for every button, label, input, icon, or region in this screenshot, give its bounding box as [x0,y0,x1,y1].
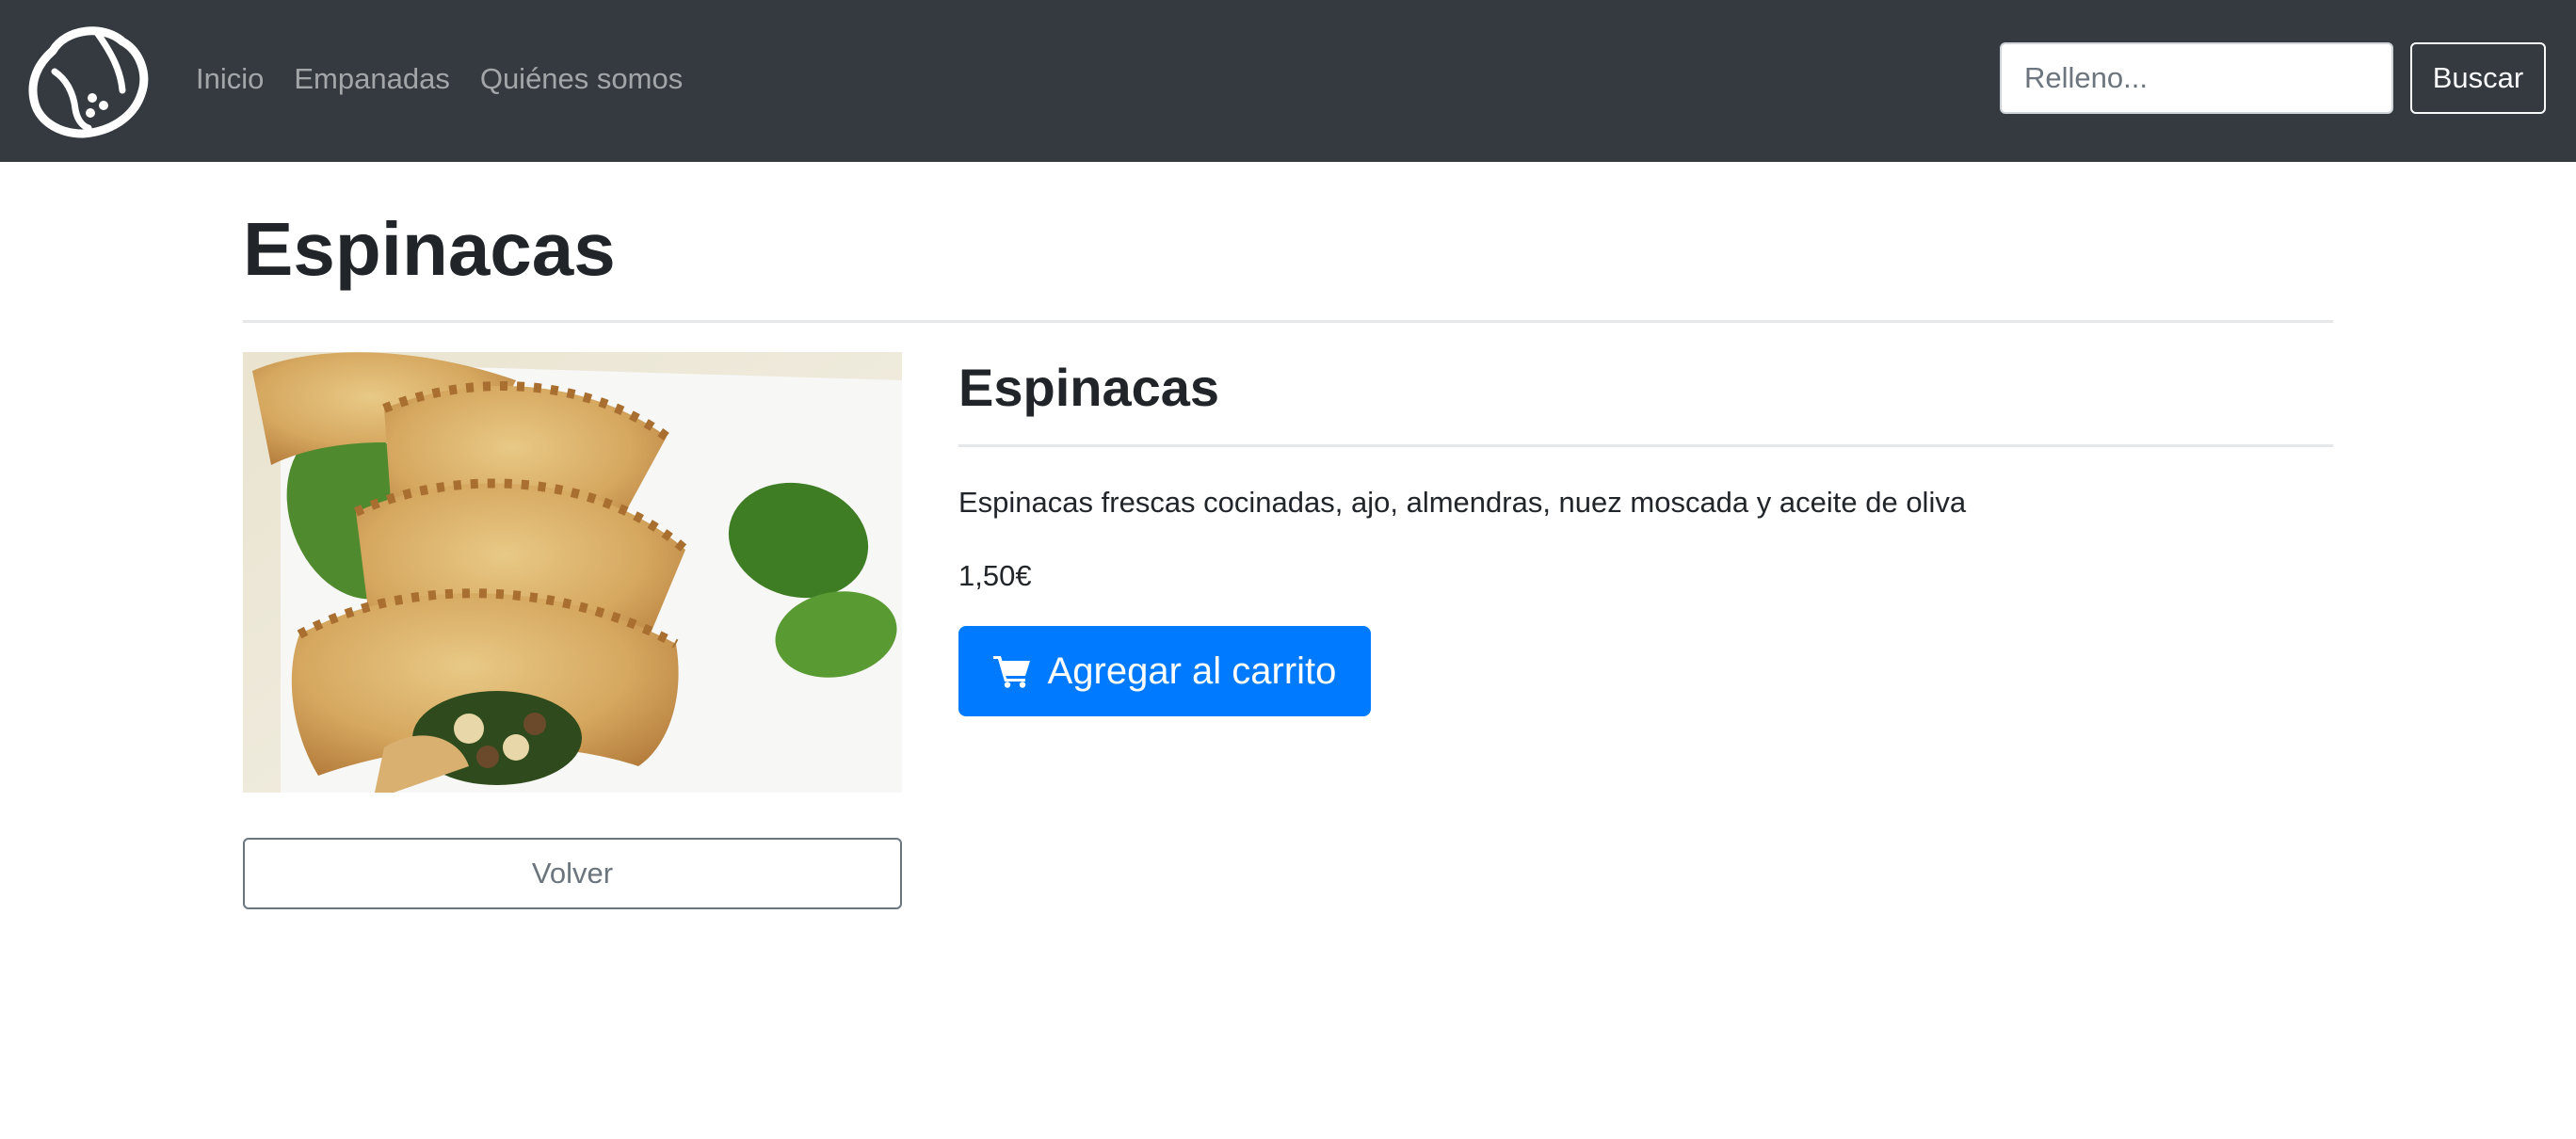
search-button[interactable]: Buscar [2410,42,2546,114]
search-input[interactable] [2000,42,2393,114]
add-to-cart-button[interactable]: Agregar al carrito [958,626,1371,716]
nav-link-inicio[interactable]: Inicio [196,56,264,102]
divider [243,320,2333,323]
nav-links: Inicio Empanadas Quiénes somos [196,56,683,102]
nav-link-empanadas[interactable]: Empanadas [294,56,449,102]
product-price: 1,50€ [958,559,1032,592]
product-description: Espinacas frescas cocinadas, ajo, almend… [958,486,1967,519]
add-to-cart-label: Agregar al carrito [1047,650,1337,692]
product-name: Espinacas [958,358,1220,417]
navbar: Inicio Empanadas Quiénes somos Buscar [0,0,2576,162]
divider [958,444,2333,447]
empanada-logo-icon[interactable] [24,15,153,143]
back-button[interactable]: Volver [243,838,902,909]
shopping-cart-icon [992,654,1031,688]
product-image [243,352,902,793]
page-title: Espinacas [243,207,616,291]
nav-link-quienes-somos[interactable]: Quiénes somos [480,56,683,102]
